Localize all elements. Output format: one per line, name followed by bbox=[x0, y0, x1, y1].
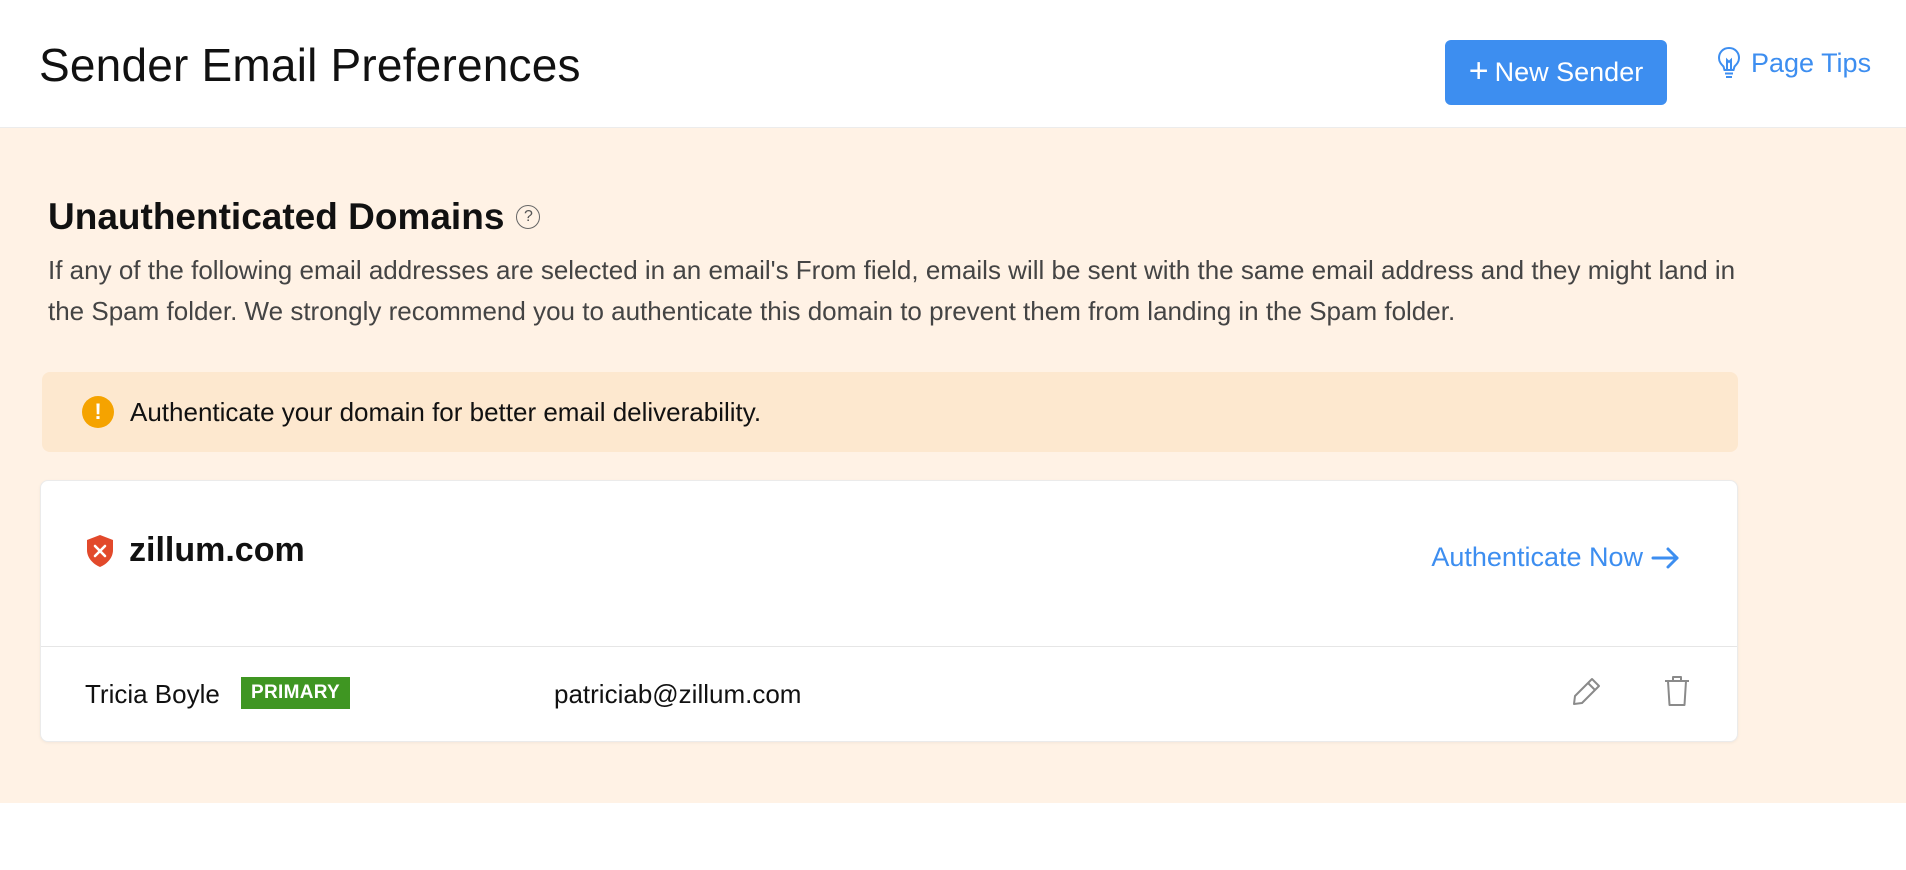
new-sender-label: New Sender bbox=[1494, 57, 1644, 87]
deliverability-alert: ! Authenticate your domain for better em… bbox=[42, 372, 1738, 452]
section-title-text: Unauthenticated Domains bbox=[48, 196, 505, 237]
page-title: Sender Email Preferences bbox=[39, 39, 581, 91]
help-icon[interactable]: ? bbox=[516, 205, 541, 229]
authenticate-now-link[interactable]: Authenticate Now bbox=[1431, 542, 1681, 573]
arrow-right-icon bbox=[1651, 547, 1679, 568]
sender-name: Tricia Boyle bbox=[85, 679, 220, 709]
new-sender-button[interactable]: + New Sender bbox=[1445, 40, 1667, 105]
warning-icon: ! bbox=[82, 396, 114, 428]
delete-trash-icon[interactable] bbox=[1664, 674, 1690, 708]
unauthenticated-domains-section: Unauthenticated Domains ? If any of the … bbox=[0, 128, 1906, 803]
primary-badge: PRIMARY bbox=[241, 677, 351, 709]
page-tips-label: Page Tips bbox=[1751, 47, 1872, 78]
section-description: If any of the following email addresses … bbox=[48, 255, 1736, 326]
domain-card: zillum.com Authenticate Now Tricia Boyle… bbox=[40, 480, 1738, 742]
alert-text: Authenticate your domain for better emai… bbox=[130, 396, 762, 427]
lightbulb-icon bbox=[1717, 46, 1741, 78]
section-title: Unauthenticated Domains ? bbox=[48, 196, 541, 238]
domain: zillum.com bbox=[85, 531, 305, 570]
sender-row: Tricia Boyle PRIMARY patriciab@zillum.co… bbox=[41, 647, 1737, 743]
shield-x-icon bbox=[87, 534, 113, 567]
domain-card-header: zillum.com Authenticate Now bbox=[41, 481, 1737, 647]
authenticate-now-label: Authenticate Now bbox=[1431, 542, 1643, 572]
domain-name: zillum.com bbox=[129, 531, 305, 569]
sender-email: patriciab@zillum.com bbox=[554, 679, 802, 709]
page-tips-link[interactable]: Page Tips bbox=[1717, 46, 1871, 80]
page-header: Sender Email Preferences + New Sender Pa… bbox=[0, 0, 1906, 128]
plus-icon: + bbox=[1468, 52, 1489, 90]
edit-pencil-icon[interactable] bbox=[1571, 675, 1603, 707]
